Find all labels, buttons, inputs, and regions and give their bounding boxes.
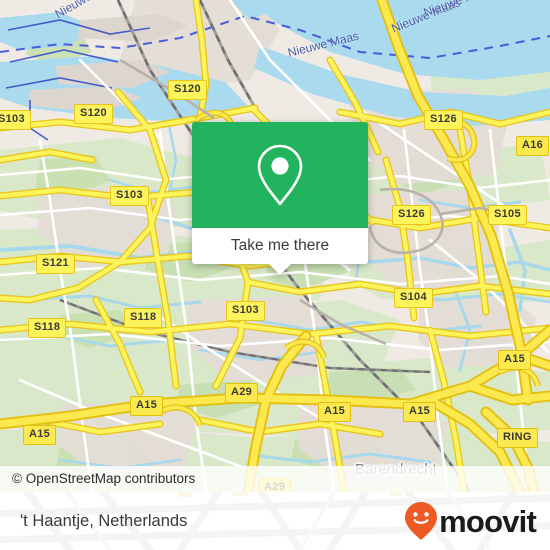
road-shield: S126 xyxy=(424,110,463,130)
road-shield: A15 xyxy=(130,396,164,416)
popup-action-bar[interactable]: Take me there xyxy=(192,228,368,264)
footer-bar: 't Haantje, Netherlands moovit xyxy=(0,492,550,550)
road-shield: A15 xyxy=(403,402,437,422)
road-shield: A15 xyxy=(318,402,352,422)
road-shield: S104 xyxy=(394,288,433,308)
road-shield: S120 xyxy=(168,80,207,100)
road-shield: S103 xyxy=(226,301,265,321)
moovit-smiley-pin-icon xyxy=(405,502,438,540)
road-shield: A15 xyxy=(23,425,57,445)
moovit-map-page: Nieuwe Maas Nieuwe Maas Nieuwe Maas Nieu… xyxy=(0,0,550,550)
road-shield: A15 xyxy=(498,350,532,370)
road-shield: S118 xyxy=(124,308,163,328)
moovit-logo[interactable]: moovit xyxy=(404,501,537,541)
place-title: 't Haantje, Netherlands xyxy=(20,511,188,530)
road-shield: A29 xyxy=(225,383,259,403)
road-shield: S105 xyxy=(488,205,527,225)
road-shield: RING xyxy=(497,428,538,448)
road-shield: S103 xyxy=(110,186,149,206)
road-shield: S103 xyxy=(0,110,31,130)
road-shield: A16 xyxy=(516,136,550,156)
map-pin-icon xyxy=(257,144,303,206)
road-shield: S120 xyxy=(74,104,113,124)
moovit-wordmark: moovit xyxy=(439,503,537,539)
popup-header xyxy=(192,122,368,228)
road-shield: S126 xyxy=(392,205,431,225)
map-attribution[interactable]: © OpenStreetMap contributors xyxy=(0,466,550,492)
take-me-there-popup[interactable]: Take me there xyxy=(192,122,368,275)
popup-tail xyxy=(269,264,291,275)
road-shield: S118 xyxy=(28,318,67,338)
take-me-there-label: Take me there xyxy=(230,237,330,254)
road-shield: S121 xyxy=(36,254,75,274)
